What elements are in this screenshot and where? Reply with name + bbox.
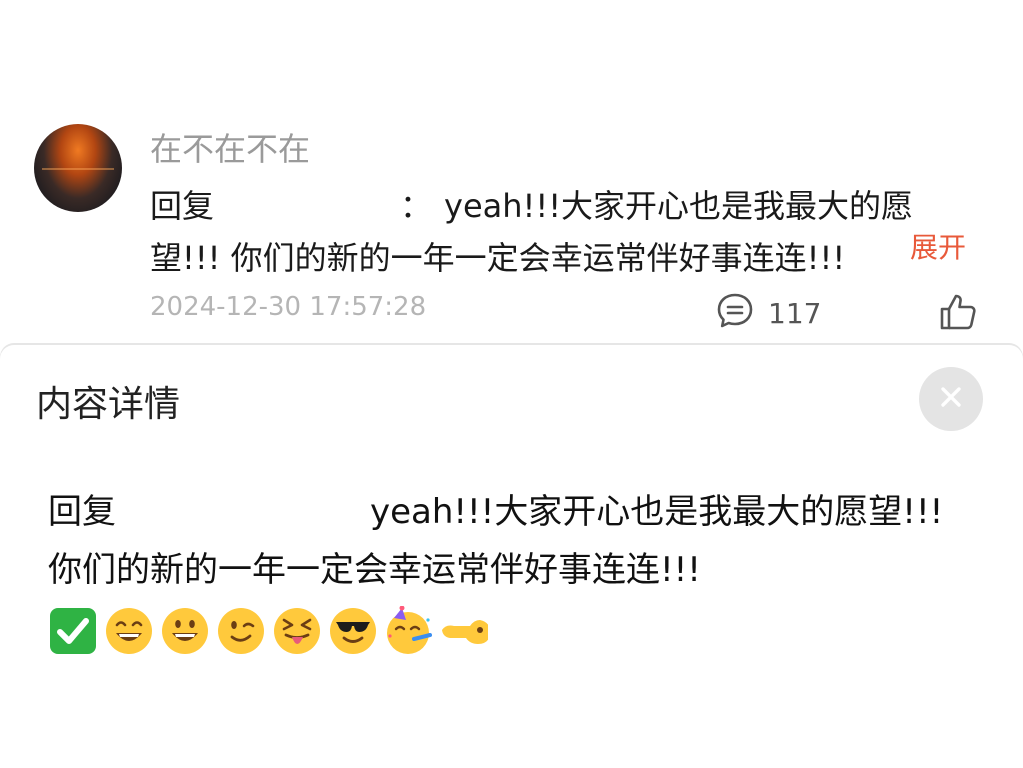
grinning-squint-icon [104,606,154,656]
check-mark-icon [48,606,98,656]
comment-reply-text[interactable]: 回复： yeah!!!大家开心也是我最大的愿望!!! 你们的新的一年一定会幸运常伴… [150,180,960,284]
grinning-face-icon [160,606,210,656]
reply-prefix: 回复 [150,187,215,225]
sunglasses-face-icon [328,606,378,656]
expand-link[interactable]: 展开 [872,228,967,272]
panel-title: 内容详情 [36,384,181,425]
detail-reply-prefix: 回复 [48,492,116,532]
winking-face-icon [216,606,266,656]
content-detail-panel: 内容详情 回复 yeah!!!大家开心也是我最大的愿望!!! 你们的新的一年一定会… [0,345,1023,768]
reply-colon: ： [400,187,433,225]
avatar[interactable] [34,124,122,212]
detail-body-text: 回复 yeah!!!大家开心也是我最大的愿望!!! 你们的新的一年一定会幸运常伴好… [48,483,978,599]
squinting-tongue-icon [272,606,322,656]
comment-username[interactable]: 在不在不在 [150,124,310,170]
close-icon [939,385,963,413]
comment-timestamp: 2024-12-30 17:57:28 [150,292,427,322]
partying-face-icon [384,605,434,656]
like-button[interactable] [938,292,978,332]
pointing-hand-icon [440,606,488,656]
close-button[interactable] [919,367,983,431]
emoji-row [48,604,488,658]
thumbs-up-icon [938,294,978,336]
speech-bubble-icon [716,292,754,334]
reply-count: 117 [768,296,822,330]
reply-count-button[interactable]: 117 [716,293,821,333]
comment-card: 在不在不在 回复： yeah!!!大家开心也是我最大的愿望!!! 你们的新的一年一… [0,0,1023,345]
